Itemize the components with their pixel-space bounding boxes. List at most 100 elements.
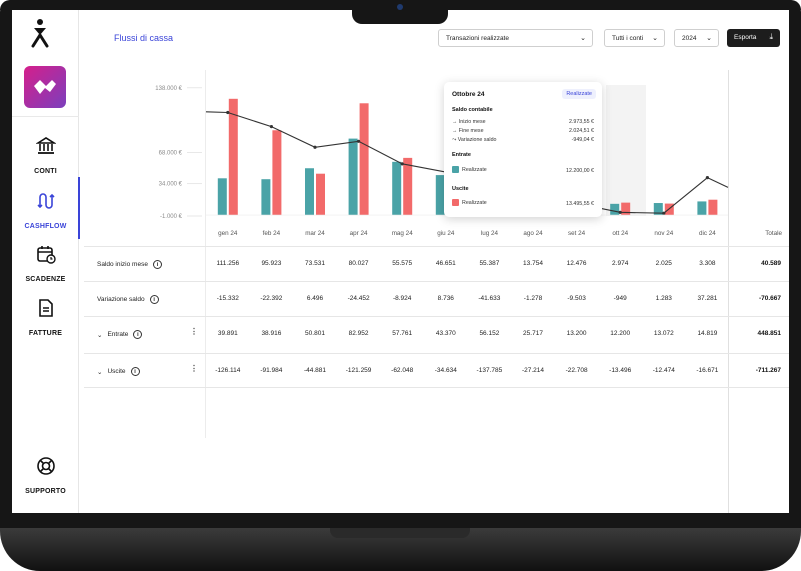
chart-tooltip: Ottobre 24 Realizzate Saldo contabile → … [444,82,602,217]
table-cell: 14.819 [697,330,718,337]
calendar-icon [36,246,56,264]
table-cell: 82.952 [348,330,369,337]
table-cell: -137.785 [476,367,503,374]
chevron-down-icon[interactable]: ⌄ [97,331,102,339]
tooltip-line-label: Variazione saldo [457,137,497,143]
tooltip-line-value: -949,04 € [571,137,594,143]
cashflow-icon [36,193,55,209]
more-options-icon[interactable]: ⋮ [190,327,198,336]
table-cell: -44.881 [303,367,327,374]
table-cell: 39.891 [217,330,238,337]
table-cell: 38.916 [261,330,282,337]
page-title: Flussi di cassa [114,33,174,43]
bar-entrate [697,201,707,216]
y-tick-label: 34.000 € [159,182,183,188]
row-label: Saldo inizio mese i [97,260,162,269]
balance-point [662,211,666,215]
x-tick-label: feb 24 [263,230,281,237]
table-total-cell: 40.589 [761,260,781,267]
table-cell: 111.256 [216,260,240,267]
table-cell: 2.025 [655,260,672,267]
sidebar-item-label: SUPPORTO [25,488,66,495]
laptop-bezel-right [789,0,801,528]
tooltip-line: → Fine mese 2.024,51 € [452,128,594,134]
transactions-filter-select[interactable]: Transazioni realizzate ⌄ [438,29,593,47]
table-cell: -22.708 [565,367,588,374]
row-label: Variazione saldo i [97,295,159,304]
table-cell: 56.152 [479,330,500,337]
sidebar-item-fatture[interactable]: FATTURE [12,298,79,340]
x-tick-label: mar 24 [305,230,325,237]
row-label-text: Uscite [107,368,126,375]
chevron-down-icon[interactable]: ⌄ [97,368,102,376]
table-cell: 13.754 [523,260,543,267]
table-cell: 50.801 [305,330,325,337]
table-cell: 43.370 [435,330,456,337]
more-options-icon[interactable]: ⋮ [190,364,198,373]
table-row: Variazione saldo i -15.332 -22.392 6.496 -24.… [84,281,789,316]
bar-uscite [359,103,369,216]
info-icon[interactable]: i [133,330,143,339]
total-column-label: Totale [765,230,782,237]
year-filter-select[interactable]: 2024 ⌄ [674,29,719,47]
tooltip-line-label: Fine mese [458,128,484,134]
lifebuoy-icon [36,457,55,475]
sidebar-item-supporto[interactable]: SUPPORTO [12,456,79,498]
bank-icon [35,137,56,154]
camera-icon [397,4,403,10]
tooltip-section-out: Uscite [452,186,469,192]
x-tick-label: apr 24 [350,230,368,237]
x-tick-label: set 24 [568,230,586,237]
table-row[interactable]: ⌄ Uscite i ⋮ -126.114 -91.984 -44.881 -121.259 -… [84,353,789,388]
table-cell: -16.671 [696,367,719,374]
app-screen: CONTI CASHFLOW SCADENZE FATTURE SUPPORTO… [12,10,789,513]
sidebar-item-cashflow[interactable]: CASHFLOW [12,177,80,239]
export-button[interactable]: Esporta ⤓ [727,29,780,47]
bar-entrate [348,138,358,216]
status-badge: Realizzate [562,89,596,99]
tooltip-in-label: Realizzate [462,166,487,173]
sidebar-item-scadenze[interactable]: SCADENZE [12,244,79,286]
bar-uscite [403,157,413,216]
tooltip-section-in: Entrate [452,152,471,158]
row-label-text: Variazione saldo [97,296,145,303]
balance-point [705,176,710,180]
sidebar-item-conti[interactable]: CONTI [12,136,79,178]
x-tick-label: gen 24 [218,230,238,237]
x-tick-label: dic 24 [699,230,716,237]
company-badge[interactable] [24,66,66,108]
info-icon[interactable]: i [152,260,162,269]
invoice-icon [38,299,53,317]
table-cell: 6.496 [306,295,324,302]
table-cell: -62.048 [391,367,414,374]
x-tick-label: giu 24 [437,230,455,237]
hovered-month-highlight [606,85,646,216]
table-total-cell: -711.267 [755,367,781,374]
table-bottom-border [84,387,789,388]
table-cell: -91.984 [260,367,283,374]
row-label: ⌄ Entrate i [97,330,143,339]
info-icon[interactable]: i [130,367,140,376]
table-cell: 80.027 [348,260,369,267]
export-label: Esporta [734,34,757,41]
chevron-down-icon: ⌄ [652,35,658,42]
table-cell: -15.332 [216,295,239,302]
brand-logo [31,19,49,48]
info-icon[interactable]: i [149,295,159,304]
sidebar-item-label: CONTI [34,168,57,175]
table-cell: 73.531 [305,260,325,267]
bar-uscite [272,130,282,216]
table-cell: 55.387 [479,260,500,267]
sidebar-divider [12,116,79,117]
company-logo-icon [34,80,56,94]
sidebar-item-label: CASHFLOW [24,223,67,230]
legend-swatch-in [452,166,459,173]
table-cell: -27.214 [521,367,545,374]
tooltip-in-line: Realizzate 12.200,00 € [452,166,594,174]
tooltip-out-value: 13.495,55 € [566,201,594,207]
table-row[interactable]: ⌄ Entrate i ⋮ 39.891 38.916 50.801 82.952 57.761… [84,316,789,351]
legend-swatch-out [452,199,459,206]
table-cell: 95.923 [261,260,282,267]
tooltip-out-line: Realizzate 13.495,55 € [452,199,594,207]
accounts-filter-select[interactable]: Tutti i conti ⌄ [604,29,665,47]
